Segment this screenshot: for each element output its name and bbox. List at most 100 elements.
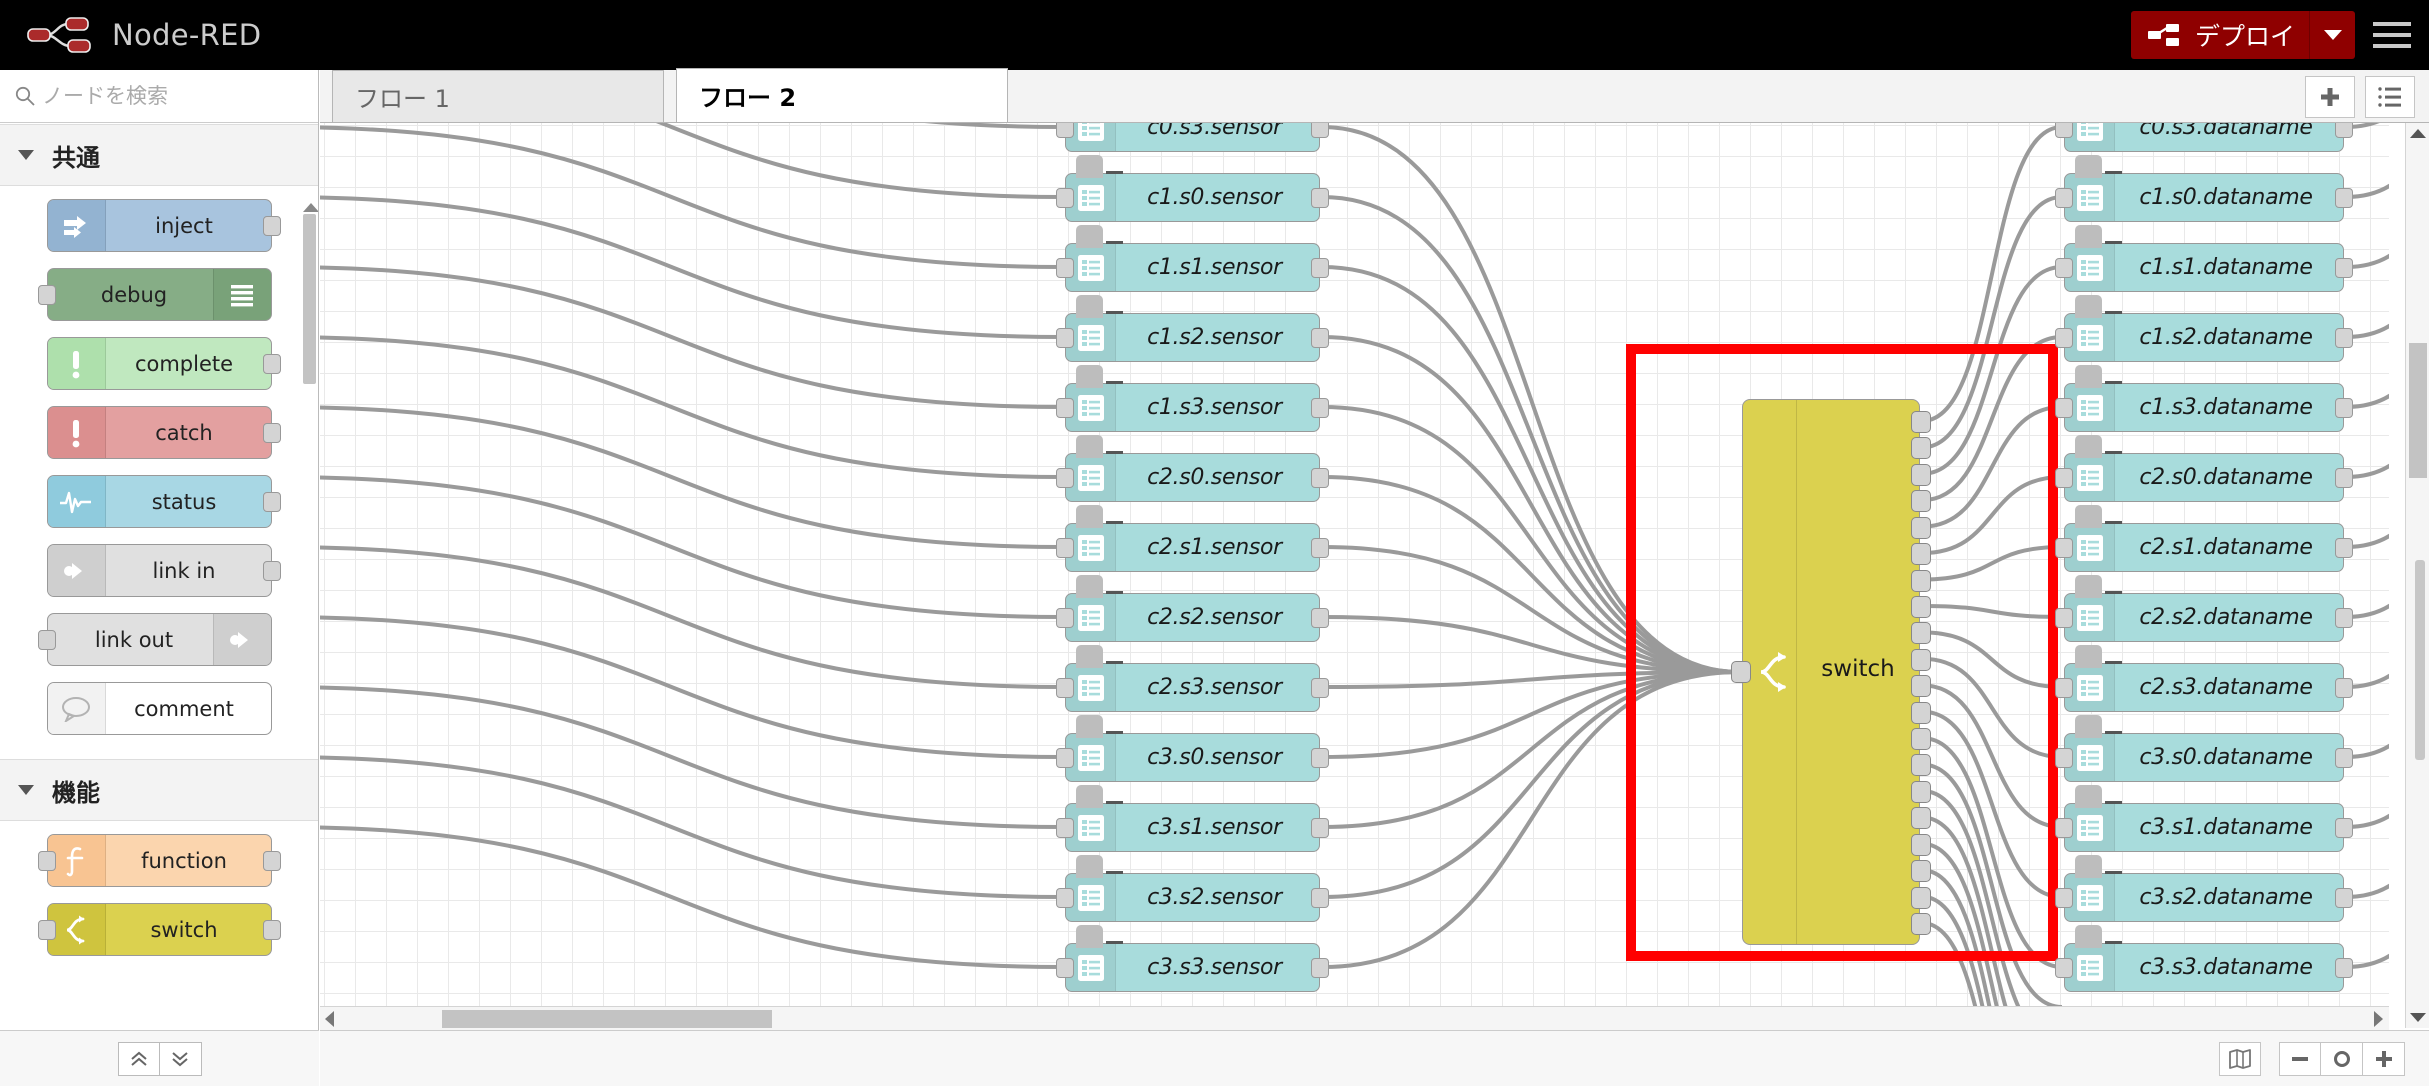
node-output-port[interactable] — [1311, 187, 1329, 208]
node-input-port[interactable] — [1056, 257, 1074, 278]
node-output-port[interactable] — [1911, 780, 1931, 803]
canvas-node-dataname[interactable]: c1.s2.dataname — [2055, 295, 2353, 362]
node-output-port[interactable] — [1911, 543, 1931, 566]
node-input-port[interactable] — [37, 629, 56, 650]
canvas-node-dataname[interactable]: c2.s2.dataname — [2055, 575, 2353, 642]
node-output-port[interactable] — [1311, 677, 1329, 698]
palette-node-link-out[interactable]: link out — [37, 613, 272, 666]
node-input-port[interactable] — [2055, 607, 2073, 628]
node-output-port[interactable] — [1311, 607, 1329, 628]
palette-category-common[interactable]: 共通 — [0, 124, 318, 186]
node-output-port[interactable] — [2335, 537, 2353, 558]
canvas-node-sensor[interactable]: c1.s2.sensor — [1056, 295, 1329, 362]
vertical-scrollbar-thumb[interactable] — [2409, 343, 2427, 478]
node-output-port[interactable] — [262, 215, 281, 236]
scroll-down-icon[interactable] — [2410, 1013, 2426, 1022]
node-output-port[interactable] — [1911, 569, 1931, 592]
canvas-node-dataname[interactable]: c0.s3.dataname — [2055, 123, 2353, 152]
node-input-port[interactable] — [1056, 607, 1074, 628]
canvas-node-sensor[interactable]: c2.s0.sensor — [1056, 435, 1329, 502]
node-input-port[interactable] — [2055, 397, 2073, 418]
node-output-port[interactable] — [1311, 817, 1329, 838]
node-output-port[interactable] — [262, 353, 281, 374]
node-input-port[interactable] — [1056, 537, 1074, 558]
node-input-port[interactable] — [1056, 677, 1074, 698]
canvas-node-sensor[interactable]: c3.s3.sensor — [1056, 925, 1329, 992]
palette-node-debug[interactable]: debug — [37, 268, 272, 321]
node-output-port[interactable] — [1311, 257, 1329, 278]
canvas-node-switch[interactable]: switch — [1731, 399, 1931, 945]
canvas-node-sensor[interactable]: c2.s2.sensor — [1056, 575, 1329, 642]
palette-scrollbar-thumb[interactable] — [303, 214, 316, 384]
node-output-port[interactable] — [2335, 957, 2353, 978]
node-output-port[interactable] — [2335, 887, 2353, 908]
node-input-port[interactable] — [2055, 327, 2073, 348]
node-output-port[interactable] — [2335, 123, 2353, 138]
node-output-port[interactable] — [2335, 677, 2353, 698]
collapse-all-button[interactable] — [117, 1041, 160, 1076]
canvas-node-dataname[interactable]: c3.s0.dataname — [2055, 715, 2353, 782]
node-output-port[interactable] — [1911, 411, 1931, 433]
canvas-node-sensor[interactable]: c1.s0.sensor — [1056, 155, 1329, 222]
canvas-node-sensor[interactable]: c3.s0.sensor — [1056, 715, 1329, 782]
navigator-button[interactable] — [2219, 1041, 2261, 1076]
zoom-in-button[interactable] — [2363, 1041, 2405, 1076]
horizontal-scrollbar-thumb[interactable] — [442, 1010, 772, 1028]
canvas-node-sensor[interactable]: c2.s3.sensor — [1056, 645, 1329, 712]
flow-canvas[interactable]: switch c0.s3.sensor c1.s0.sensor c1.s1.sen… — [320, 123, 2389, 1028]
main-menu-button[interactable] — [2355, 0, 2429, 70]
node-input-port[interactable] — [2055, 887, 2073, 908]
scroll-up-icon[interactable] — [2410, 129, 2426, 138]
deploy-options-button[interactable] — [2309, 11, 2355, 59]
node-output-port[interactable] — [1911, 754, 1931, 777]
node-input-port[interactable] — [2055, 677, 2073, 698]
scroll-left-icon[interactable] — [325, 1010, 334, 1027]
node-output-port[interactable] — [262, 422, 281, 443]
zoom-reset-button[interactable] — [2321, 1041, 2363, 1076]
node-output-port[interactable] — [1311, 467, 1329, 488]
node-output-port[interactable] — [2335, 747, 2353, 768]
node-output-port[interactable] — [2335, 467, 2353, 488]
node-input-port[interactable] — [37, 919, 56, 940]
node-output-port[interactable] — [1911, 595, 1931, 618]
canvas-node-dataname[interactable]: c2.s1.dataname — [2055, 505, 2353, 572]
node-output-port[interactable] — [1311, 957, 1329, 978]
node-output-port[interactable] — [1911, 701, 1931, 724]
canvas-node-dataname[interactable]: c3.s2.dataname — [2055, 855, 2353, 922]
flow-list-button[interactable] — [2365, 76, 2415, 118]
palette-node-inject[interactable]: inject — [46, 199, 281, 252]
node-output-port[interactable] — [1311, 537, 1329, 558]
node-output-port[interactable] — [1911, 490, 1931, 513]
node-output-port[interactable] — [262, 919, 281, 940]
node-input-port[interactable] — [37, 284, 56, 305]
node-input-port[interactable] — [2055, 817, 2073, 838]
palette-node-switch[interactable]: switch — [37, 903, 281, 956]
palette-category-function[interactable]: 機能 — [0, 759, 318, 821]
node-output-port[interactable] — [1911, 648, 1931, 671]
tab-flow-1[interactable]: フロー 1 — [332, 70, 664, 122]
node-output-port[interactable] — [262, 491, 281, 512]
node-output-port[interactable] — [2335, 257, 2353, 278]
node-output-port[interactable] — [1911, 622, 1931, 645]
canvas-node-dataname[interactable]: c3.s1.dataname — [2055, 785, 2353, 852]
node-output-port[interactable] — [2335, 187, 2353, 208]
canvas-node-dataname[interactable]: c2.s3.dataname — [2055, 645, 2353, 712]
canvas-node-sensor[interactable]: c0.s3.sensor — [1056, 123, 1329, 152]
node-output-port[interactable] — [1911, 516, 1931, 539]
node-input-port[interactable] — [1056, 887, 1074, 908]
scroll-right-icon[interactable] — [2374, 1010, 2383, 1027]
node-output-port[interactable] — [1911, 807, 1931, 830]
node-input-port[interactable] — [1056, 817, 1074, 838]
palette-node-complete[interactable]: complete — [46, 337, 281, 390]
node-input-port[interactable] — [1056, 957, 1074, 978]
node-input-port[interactable] — [37, 850, 56, 871]
node-output-port[interactable] — [1911, 675, 1931, 698]
node-input-port[interactable] — [1056, 747, 1074, 768]
canvas-node-sensor[interactable]: c2.s1.sensor — [1056, 505, 1329, 572]
canvas-node-sensor[interactable]: c3.s1.sensor — [1056, 785, 1329, 852]
expand-all-button[interactable] — [159, 1041, 202, 1076]
canvas-node-sensor[interactable]: c1.s1.sensor — [1056, 225, 1329, 292]
node-output-port[interactable] — [1911, 833, 1931, 856]
node-input-port[interactable] — [2055, 957, 2073, 978]
node-output-port[interactable] — [1911, 728, 1931, 751]
